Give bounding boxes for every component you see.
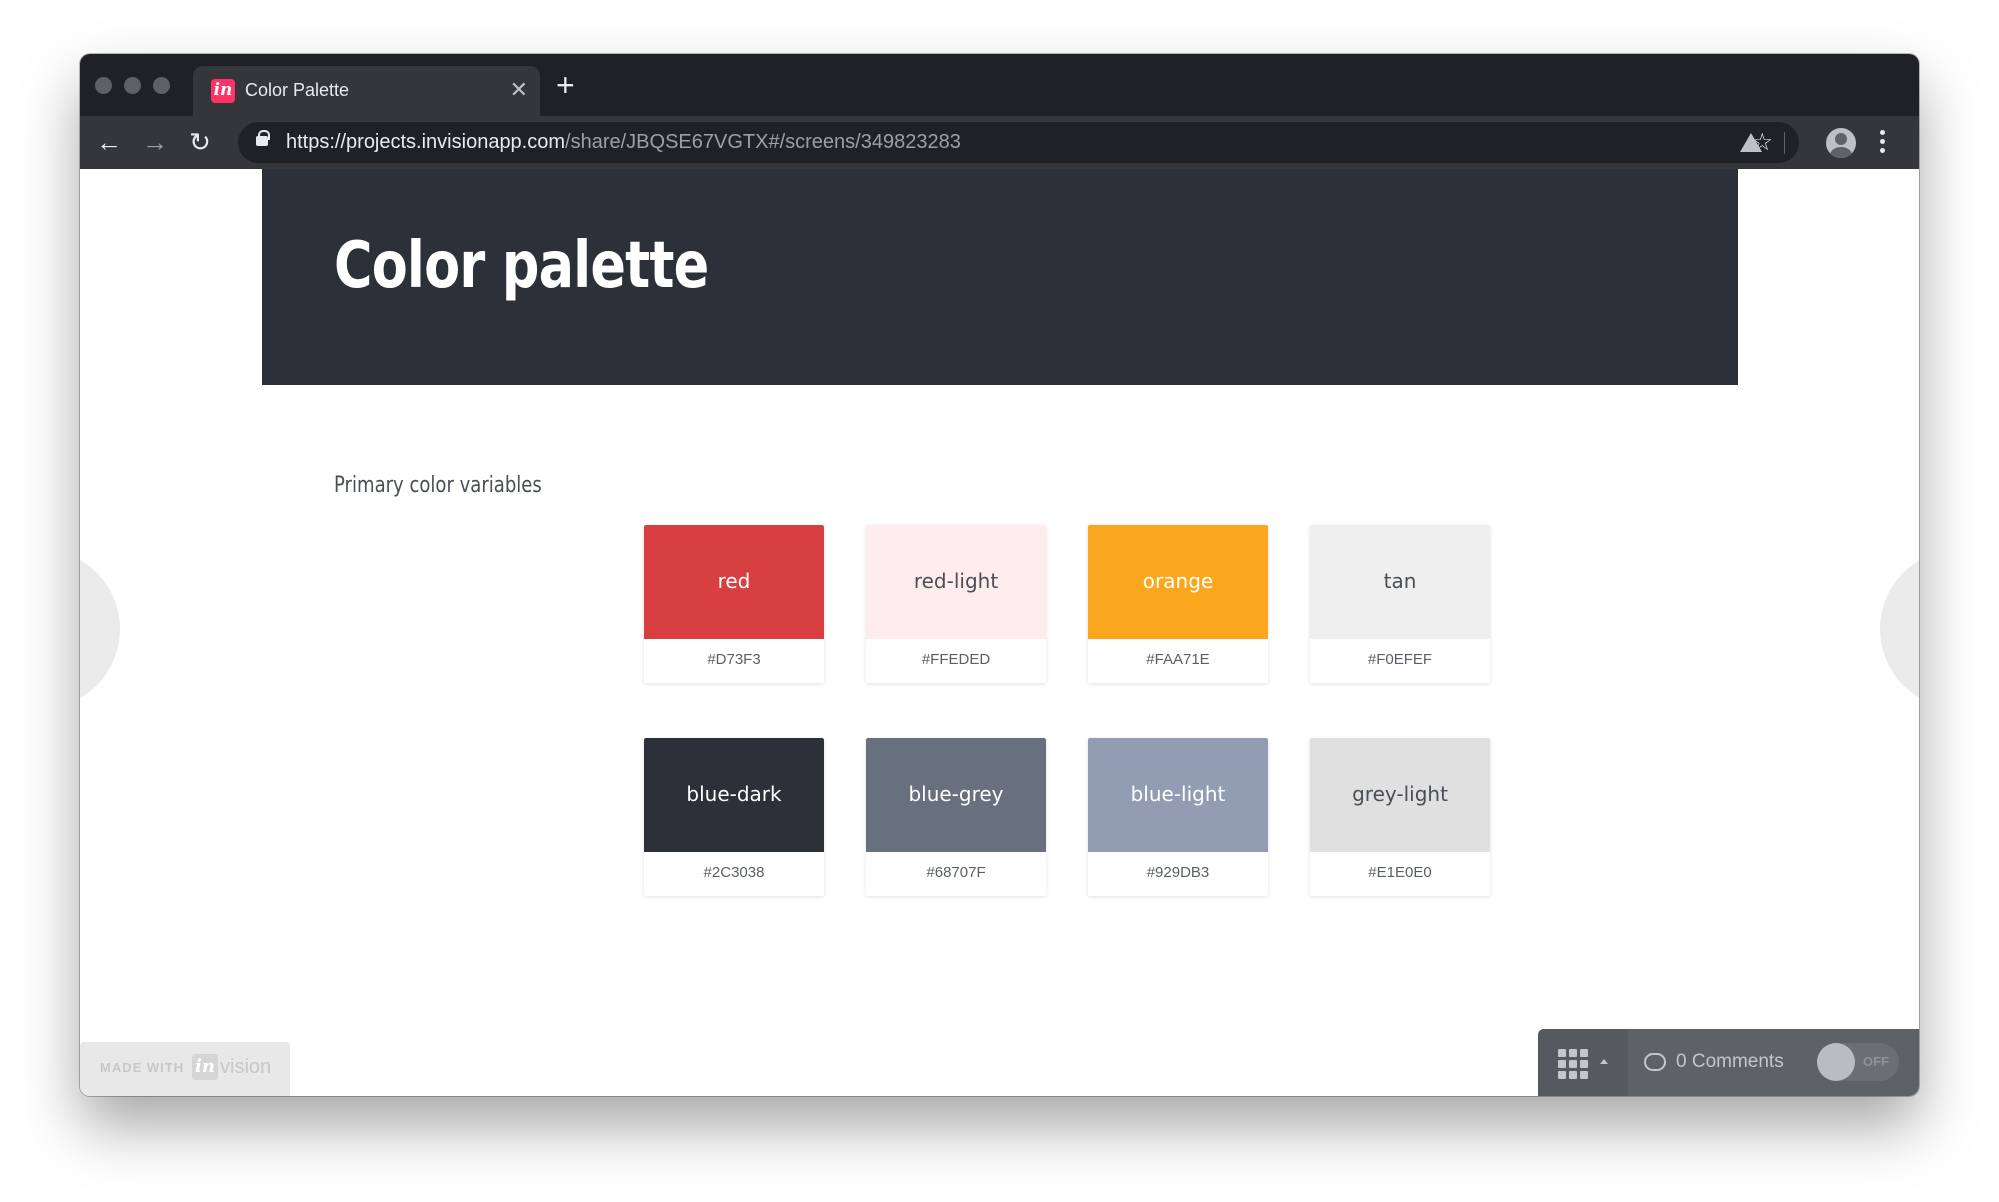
invision-favicon-icon: in (211, 79, 235, 103)
address-bar[interactable]: https://projects.invisionapp.com/share/J… (238, 122, 1799, 163)
tab-color-palette[interactable]: in Color Palette ✕ (193, 66, 540, 116)
new-tab-plus-icon[interactable]: + (556, 68, 575, 102)
color-swatch: orange (1088, 525, 1268, 639)
browser-window: in Color Palette ✕ + ← → ↻ https://proje… (80, 54, 1919, 1096)
maximize-window-button[interactable] (153, 77, 170, 94)
color-swatch-card[interactable]: tan #F0EFEF (1310, 525, 1490, 683)
swatch-hex-value: #E1E0E0 (1368, 864, 1432, 881)
back-arrow-icon[interactable]: ← (94, 128, 124, 158)
swatch-name: blue-dark (686, 782, 782, 806)
lock-icon (256, 130, 270, 146)
swatch-name: orange (1142, 569, 1214, 593)
page-content: Color palette Primary color variables re… (80, 169, 1919, 1096)
invision-brand-text: vision (220, 1056, 272, 1078)
made-with-invision-badge[interactable]: MADE WITH in vision (80, 1042, 290, 1096)
reload-icon[interactable]: ↻ (185, 128, 215, 158)
swatch-name: blue-grey (908, 782, 1004, 806)
url-path: /share/JBQSE67VGTX#/screens/349823283 (565, 131, 961, 153)
google-drive-icon[interactable] (1740, 133, 1762, 152)
prototype-toolbar: 0 Comments OFF (1538, 1029, 1919, 1096)
color-swatch: blue-dark (644, 738, 824, 852)
swatch-name: grey-light (1352, 782, 1448, 806)
comment-bubble-icon[interactable] (1644, 1053, 1666, 1071)
more-menu-icon[interactable] (1880, 130, 1886, 156)
color-swatch: blue-light (1088, 738, 1268, 852)
color-swatch: blue-grey (866, 738, 1046, 852)
swatch-name: blue-light (1130, 782, 1226, 806)
toolbar-divider (1784, 132, 1785, 154)
color-swatch: red-light (866, 525, 1046, 639)
swatch-hex-value: #929DB3 (1146, 864, 1210, 881)
color-swatch-card[interactable]: red #D73F3 (644, 525, 824, 683)
comments-count[interactable]: 0 Comments (1676, 1051, 1784, 1073)
url-host: https://projects.invisionapp.com (286, 131, 566, 153)
swatch-hex-value: #FAA71E (1146, 651, 1210, 668)
caret-up-icon (1600, 1059, 1608, 1064)
screens-grid-button[interactable] (1538, 1029, 1628, 1096)
swatch-hex-value: #FFEDED (921, 651, 991, 668)
made-with-text: MADE WITH (100, 1060, 185, 1075)
page-title: Color palette (334, 229, 709, 303)
grid-icon (1558, 1049, 1588, 1079)
color-swatch-card[interactable]: blue-dark #2C3038 (644, 738, 824, 896)
toggle-label: OFF (1863, 1054, 1889, 1069)
url-text[interactable]: https://projects.invisionapp.com/share/J… (286, 131, 961, 154)
color-swatch-card[interactable]: orange #FAA71E (1088, 525, 1268, 683)
profile-avatar-icon[interactable] (1826, 128, 1856, 158)
comment-mode-toggle[interactable]: OFF (1817, 1043, 1899, 1081)
color-swatch: red (644, 525, 824, 639)
tab-title: Color Palette (245, 80, 350, 100)
section-label: Primary color variables (334, 473, 542, 498)
swatch-hex-value: #68707F (926, 864, 986, 881)
minimize-window-button[interactable] (124, 77, 141, 94)
color-swatch: tan (1310, 525, 1490, 639)
browser-toolbar: ← → ↻ https://projects.invisionapp.com/s… (80, 116, 1919, 169)
color-swatch-card[interactable]: blue-grey #68707F (866, 738, 1046, 896)
swatch-name: red-light (913, 569, 999, 593)
color-swatch-card[interactable]: blue-light #929DB3 (1088, 738, 1268, 896)
swatch-name: red (717, 569, 751, 593)
forward-arrow-icon[interactable]: → (140, 128, 170, 158)
color-swatch-card[interactable]: red-light #FFEDED (866, 525, 1046, 683)
swatch-hex-value: #2C3038 (703, 864, 765, 881)
color-swatch-card[interactable]: grey-light #E1E0E0 (1310, 738, 1490, 896)
tab-close-icon[interactable]: ✕ (510, 76, 528, 104)
previous-screen-button[interactable] (80, 549, 120, 709)
invision-logo-icon: in (192, 1054, 218, 1080)
swatch-hex-value: #D73F3 (707, 651, 761, 668)
swatch-name: tan (1383, 569, 1417, 593)
toggle-knob (1817, 1043, 1855, 1081)
next-screen-button[interactable] (1880, 549, 1919, 709)
tab-strip: in Color Palette ✕ + (80, 54, 1919, 116)
close-window-button[interactable] (95, 77, 112, 94)
swatch-hex-value: #F0EFEF (1367, 651, 1433, 668)
color-swatch: grey-light (1310, 738, 1490, 852)
